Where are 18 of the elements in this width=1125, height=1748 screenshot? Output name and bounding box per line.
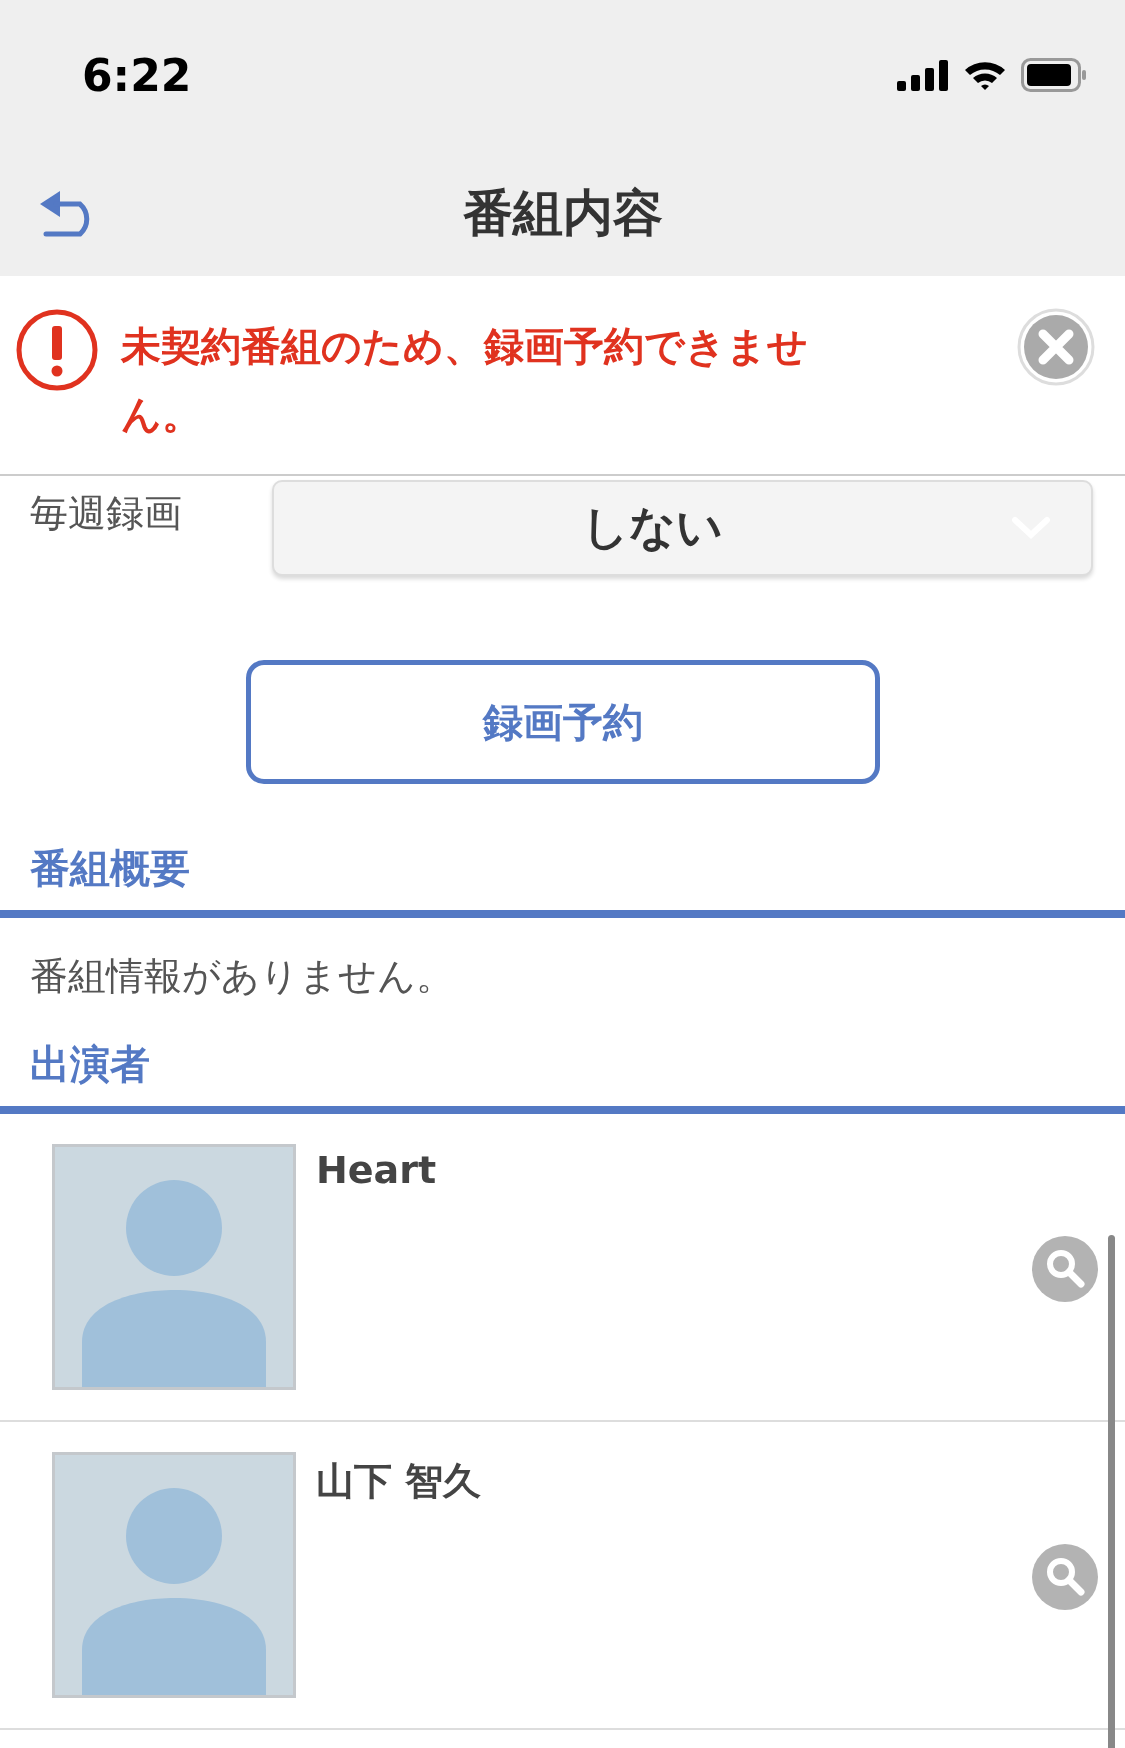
search-icon[interactable]	[1032, 1236, 1098, 1302]
weekly-record-select[interactable]: しない	[272, 480, 1093, 576]
warning-icon	[15, 308, 99, 392]
section-header: 出演者	[0, 1000, 1125, 1114]
status-time: 6:22	[82, 49, 192, 101]
cast-name[interactable]: 山下 智久	[316, 1456, 482, 1507]
alert-message: 未契約番組のため、録画予約できません。	[121, 322, 809, 439]
section-text: 番組情報がありません。	[29, 953, 455, 1000]
battery-icon	[1021, 58, 1087, 92]
close-icon[interactable]	[1017, 308, 1095, 386]
weekly-record-label: 毎週録画	[30, 490, 183, 537]
section-header: 番組概要	[0, 784, 1125, 918]
cast-name[interactable]: Heart	[316, 1148, 437, 1192]
record-reservation-button[interactable]: 録画予約	[245, 660, 880, 784]
search-icon[interactable]	[1032, 1544, 1098, 1610]
page-title: 番組内容	[462, 182, 663, 244]
wifi-icon	[963, 59, 1007, 91]
signal-icon	[897, 59, 949, 91]
